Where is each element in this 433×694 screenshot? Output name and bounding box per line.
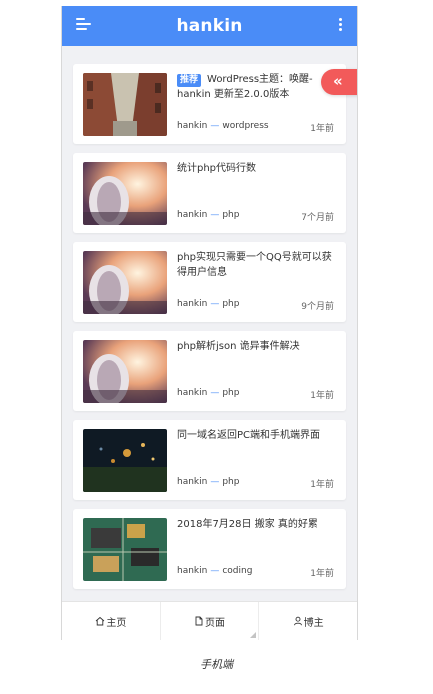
home-icon (96, 616, 105, 626)
post-meta: hankin — php 1年前 (177, 388, 334, 401)
post-author: hankin (177, 477, 208, 487)
post-author: hankin (177, 388, 208, 398)
recommend-badge: 推荐 (177, 74, 202, 87)
post-time: 7个月前 (301, 213, 334, 223)
post-category[interactable]: php (222, 477, 239, 487)
post-title[interactable]: 推荐 WordPress主题：唤醒-hankin 更新至2.0.0版本 (177, 72, 339, 102)
tab-pages[interactable]: 页面 (161, 602, 260, 640)
post-card[interactable]: 同一域名返回PC端和手机端界面 hankin — php 1年前 (73, 420, 346, 500)
tab-home-label: 主页 (106, 617, 127, 629)
post-meta: hankin — wordpress 1年前 (177, 121, 334, 134)
post-thumbnail[interactable] (83, 340, 167, 403)
more-icon[interactable] (339, 18, 343, 32)
post-title[interactable]: php实现只需要一个QQ号就可以获得用户信息 (177, 250, 339, 280)
post-category[interactable]: php (222, 210, 239, 220)
tab-blogger[interactable]: 博主 (259, 602, 357, 640)
post-title[interactable]: 2018年7月28日 搬家 真的好累 (177, 517, 339, 532)
tab-pages-label: 页面 (205, 617, 225, 629)
post-thumbnail[interactable] (83, 162, 167, 225)
post-card[interactable]: 推荐 WordPress主题：唤醒-hankin 更新至2.0.0版本 hanki… (73, 64, 346, 144)
post-thumbnail[interactable] (83, 73, 167, 136)
post-category[interactable]: php (222, 299, 239, 309)
post-card[interactable]: php解析json 诡异事件解决 hankin — php 1年前 (73, 331, 346, 411)
post-time: 1年前 (310, 569, 334, 579)
post-card[interactable]: 2018年7月28日 搬家 真的好累 hankin — coding 1年前 (73, 509, 346, 589)
resize-corner-icon (250, 632, 257, 638)
post-meta: hankin — php 1年前 (177, 477, 334, 490)
post-time: 1年前 (310, 124, 334, 134)
site-title[interactable]: hankin (62, 16, 357, 36)
post-thumbnail[interactable] (83, 518, 167, 581)
post-list: 推荐 WordPress主题：唤醒-hankin 更新至2.0.0版本 hanki… (73, 64, 346, 598)
post-category[interactable]: php (222, 388, 239, 398)
tab-blogger-label: 博主 (303, 617, 324, 629)
top-bar: hankin (62, 6, 357, 46)
post-meta: hankin — php 9个月前 (177, 299, 334, 312)
page-icon (195, 616, 203, 626)
bottom-tab-bar: 主页 页面 博主 (62, 601, 357, 640)
post-author: hankin (177, 121, 208, 131)
post-author: hankin (177, 210, 208, 220)
post-title[interactable]: 同一域名返回PC端和手机端界面 (177, 428, 339, 443)
post-category[interactable]: wordpress (222, 121, 268, 131)
phone-frame: hankin 推荐 WordPress主题：唤醒-hankin 更新至2.0.0版… (61, 6, 358, 640)
post-category[interactable]: coding (222, 566, 252, 576)
post-thumbnail[interactable] (83, 429, 167, 492)
post-card[interactable]: 统计php代码行数 hankin — php 7个月前 (73, 153, 346, 233)
sidebar-toggle-button[interactable]: « (321, 69, 357, 95)
post-time: 1年前 (310, 480, 334, 490)
post-thumbnail[interactable] (83, 251, 167, 314)
user-icon (293, 616, 302, 626)
post-time: 9个月前 (301, 302, 334, 312)
figure-caption: 手机端 (200, 658, 233, 671)
tab-home[interactable]: 主页 (62, 602, 161, 640)
post-title[interactable]: php解析json 诡异事件解决 (177, 339, 339, 354)
post-card[interactable]: php实现只需要一个QQ号就可以获得用户信息 hankin — php 9个月前 (73, 242, 346, 322)
post-meta: hankin — coding 1年前 (177, 566, 334, 579)
post-author: hankin (177, 299, 208, 309)
post-title[interactable]: 统计php代码行数 (177, 161, 339, 176)
post-meta: hankin — php 7个月前 (177, 210, 334, 223)
post-author: hankin (177, 566, 208, 576)
post-time: 1年前 (310, 391, 334, 401)
